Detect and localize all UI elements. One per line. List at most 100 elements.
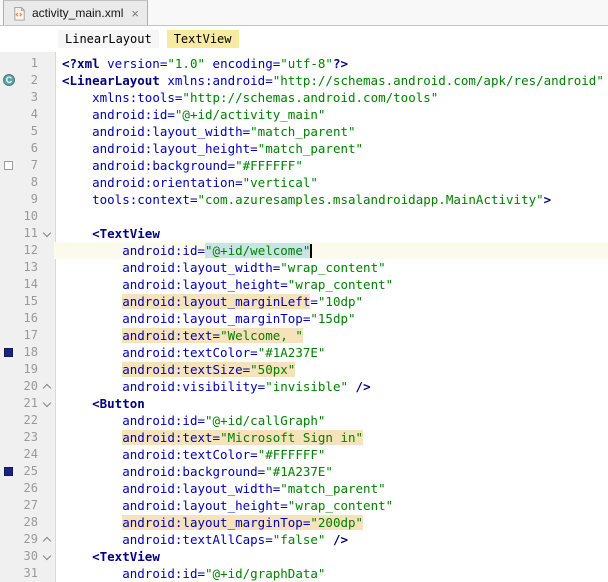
- fold-marker-cell: [40, 208, 54, 225]
- code-text[interactable]: <TextView: [54, 225, 608, 242]
- code-line: 18 android:textColor="#1A237E": [0, 344, 608, 361]
- code-line: 22 android:id="@+id/callGraph": [0, 412, 608, 429]
- code-line: 10: [0, 208, 608, 225]
- fold-down-icon[interactable]: [40, 225, 54, 242]
- code-text[interactable]: android:id="@+id/callGraph": [54, 412, 608, 429]
- code-token: android:orientation=: [92, 175, 243, 190]
- code-text[interactable]: android:layout_marginTop="200dp": [54, 514, 608, 531]
- editor-window: activity_main.xml × LinearLayout TextVie…: [0, 0, 608, 582]
- code-text[interactable]: android:textSize="50px": [54, 361, 608, 378]
- fold-marker-cell: [40, 514, 54, 531]
- code-text[interactable]: [54, 208, 608, 225]
- code-text[interactable]: <?xml version="1.0" encoding="utf-8"?>: [54, 55, 608, 72]
- line-number: 14: [23, 277, 38, 291]
- line-number: 20: [23, 379, 38, 393]
- code-text[interactable]: android:id="@+id/welcome": [54, 242, 608, 259]
- line-number: 9: [30, 192, 38, 206]
- code-token: "wrap_content": [287, 498, 394, 513]
- code-token: "Microsoft Sign in": [220, 430, 364, 445]
- code-text[interactable]: android:layout_marginTop="15dp": [54, 310, 608, 327]
- fold-marker-cell: [40, 429, 54, 446]
- code-token: "invisible": [265, 379, 349, 394]
- fold-up-icon[interactable]: [40, 378, 54, 395]
- code-line: 28 android:layout_marginTop="200dp": [0, 514, 608, 531]
- code-text[interactable]: android:layout_height="wrap_content": [54, 276, 608, 293]
- text-caret: [310, 243, 313, 258]
- code-text[interactable]: <LinearLayout xmlns:android="http://sche…: [54, 72, 608, 89]
- code-token: "utf-8": [280, 56, 333, 71]
- line-number: 17: [23, 328, 38, 342]
- gutter-icon-cell: [0, 276, 18, 293]
- code-text[interactable]: android:layout_height="match_parent": [54, 140, 608, 157]
- code-token: "@+id/activity_main": [174, 107, 326, 122]
- code-token: android:layout_width=: [92, 124, 251, 139]
- tab-label: activity_main.xml: [32, 6, 124, 20]
- code-text[interactable]: android:orientation="vertical": [54, 174, 608, 191]
- breadcrumb-item-textview[interactable]: TextView: [166, 30, 239, 48]
- fold-down-icon[interactable]: [40, 548, 54, 565]
- code-text[interactable]: xmlns:tools="http://schemas.android.com/…: [54, 89, 608, 106]
- code-text[interactable]: android:textColor="#1A237E": [54, 344, 608, 361]
- gutter-icon-cell: [0, 548, 18, 565]
- code-text[interactable]: android:layout_width="wrap_content": [54, 259, 608, 276]
- code-text[interactable]: android:text="Welcome, ": [54, 327, 608, 344]
- code-text[interactable]: tools:context="com.azuresamples.msalandr…: [54, 191, 608, 208]
- code-line: 12 android:id="@+id/welcome": [0, 242, 608, 259]
- code-token: android:text=: [122, 430, 221, 445]
- tab-activity-main-xml[interactable]: activity_main.xml ×: [3, 0, 148, 25]
- gutter-icon-cell: [0, 429, 18, 446]
- line-number: 12: [23, 243, 38, 257]
- tab-close-icon[interactable]: ×: [131, 7, 139, 20]
- fold-down-icon[interactable]: [40, 395, 54, 412]
- code-token: android:background=: [92, 158, 236, 173]
- code-text[interactable]: android:layout_width="match_parent": [54, 480, 608, 497]
- color-swatch-white-icon[interactable]: [4, 161, 13, 170]
- code-token: android:textAllCaps=: [122, 532, 273, 547]
- code-line: 27 android:layout_height="wrap_content": [0, 497, 608, 514]
- code-line: C 2 <LinearLayout xmlns:android="http://sc…: [0, 72, 608, 89]
- color-swatch-navy-icon[interactable]: [4, 467, 13, 476]
- code-text[interactable]: android:background="#FFFFFF": [54, 157, 608, 174]
- code-text[interactable]: android:layout_marginLeft="10dp": [54, 293, 608, 310]
- code-text[interactable]: android:id="@+id/activity_main": [54, 106, 608, 123]
- fold-marker-cell: [40, 344, 54, 361]
- code-token: >: [543, 192, 552, 207]
- code-editor[interactable]: 1 <?xml version="1.0" encoding="utf-8"?> C…: [0, 52, 608, 582]
- color-swatch-navy-icon[interactable]: [4, 348, 13, 357]
- gutter-icon-cell: [0, 378, 18, 395]
- gutter-icon-cell: [0, 514, 18, 531]
- code-token: "15dp": [310, 311, 356, 326]
- code-text[interactable]: android:layout_width="match_parent": [54, 123, 608, 140]
- code-text[interactable]: android:background="#1A237E": [54, 463, 608, 480]
- code-token: "vertical": [242, 175, 318, 190]
- code-line: 5 android:layout_width="match_parent": [0, 123, 608, 140]
- gutter-icon-cell: [0, 242, 18, 259]
- breadcrumb-item-linearlayout[interactable]: LinearLayout: [58, 30, 159, 48]
- code-text[interactable]: android:text="Microsoft Sign in": [54, 429, 608, 446]
- fold-up-icon[interactable]: [40, 531, 54, 548]
- code-text[interactable]: <Button: [54, 395, 608, 412]
- code-token: android:id=: [92, 107, 175, 122]
- line-number: 30: [23, 549, 38, 563]
- code-token: android:id=: [122, 413, 206, 428]
- code-text[interactable]: android:visibility="invisible" />: [54, 378, 608, 395]
- code-text[interactable]: android:id="@+id/graphData": [54, 565, 608, 582]
- class-gutter-icon[interactable]: C: [3, 74, 15, 86]
- code-text[interactable]: android:textAllCaps="false" />: [54, 531, 608, 548]
- code-token: "@+id/callGraph": [205, 413, 326, 428]
- code-text[interactable]: <TextView: [54, 548, 608, 565]
- code-token: "Welcome, ": [220, 328, 303, 343]
- line-number: 31: [23, 566, 38, 580]
- code-line: 13 android:layout_width="wrap_content": [0, 259, 608, 276]
- line-number: 22: [23, 413, 38, 427]
- code-text[interactable]: android:textColor="#FFFFFF": [54, 446, 608, 463]
- code-text[interactable]: android:layout_height="wrap_content": [54, 497, 608, 514]
- code-line: 8 android:orientation="vertical": [0, 174, 608, 191]
- fold-marker-cell: [40, 242, 54, 259]
- gutter-icon-cell: [0, 463, 18, 480]
